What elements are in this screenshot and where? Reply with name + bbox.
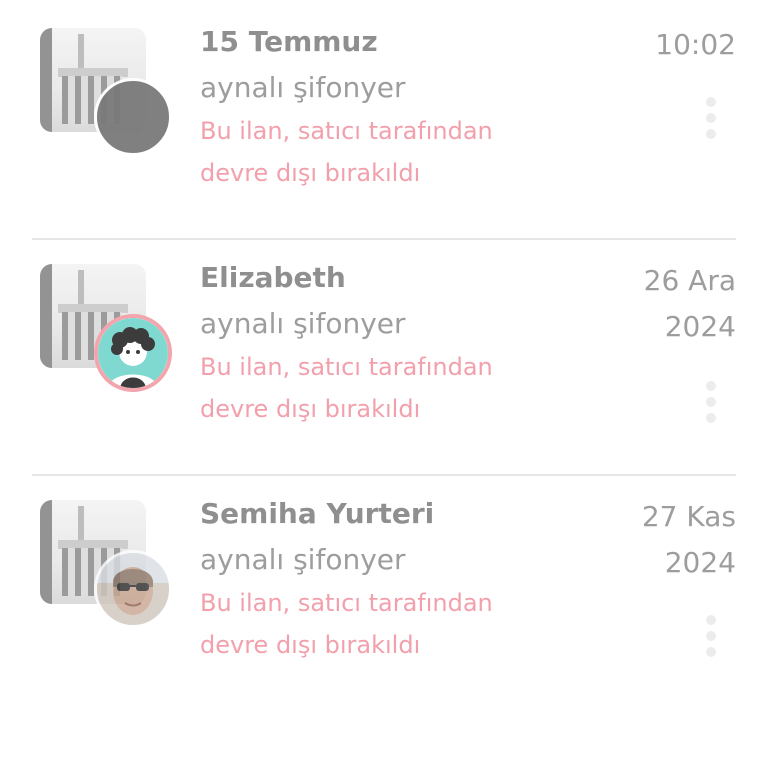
user-avatar [94, 550, 172, 628]
conversation-list: 15 Temmuz aynalı şifonyer Bu ilan, satıc… [0, 0, 768, 768]
conversation-name: Elizabeth [200, 261, 346, 294]
conversation-name: Semiha Yurteri [200, 497, 435, 530]
more-options-icon[interactable] [700, 97, 722, 143]
listing-title: aynalı şifonyer [200, 307, 406, 340]
conversation-date: 10:02 [655, 28, 736, 61]
conversation-row[interactable]: Semiha Yurteri aynalı şifonyer Bu ilan, … [0, 472, 768, 708]
listing-status: Bu ilan, satıcı tarafından devre dışı bı… [200, 117, 493, 187]
conversation-date: 27 Kas 2024 [641, 500, 736, 579]
conversation-row[interactable]: Elizabeth aynalı şifonyer Bu ilan, satıc… [0, 236, 768, 472]
listing-status: Bu ilan, satıcı tarafından devre dışı bı… [200, 589, 493, 659]
conversation-row[interactable]: 15 Temmuz aynalı şifonyer Bu ilan, satıc… [0, 0, 768, 236]
more-options-icon[interactable] [700, 615, 722, 661]
listing-title: aynalı şifonyer [200, 543, 406, 576]
listing-title: aynalı şifonyer [200, 71, 406, 104]
user-avatar [94, 314, 172, 392]
more-options-icon[interactable] [700, 381, 722, 427]
user-avatar [94, 78, 172, 156]
conversation-name: 15 Temmuz [200, 25, 378, 58]
conversation-date: 26 Ara 2024 [643, 264, 736, 343]
listing-status: Bu ilan, satıcı tarafından devre dışı bı… [200, 353, 493, 423]
